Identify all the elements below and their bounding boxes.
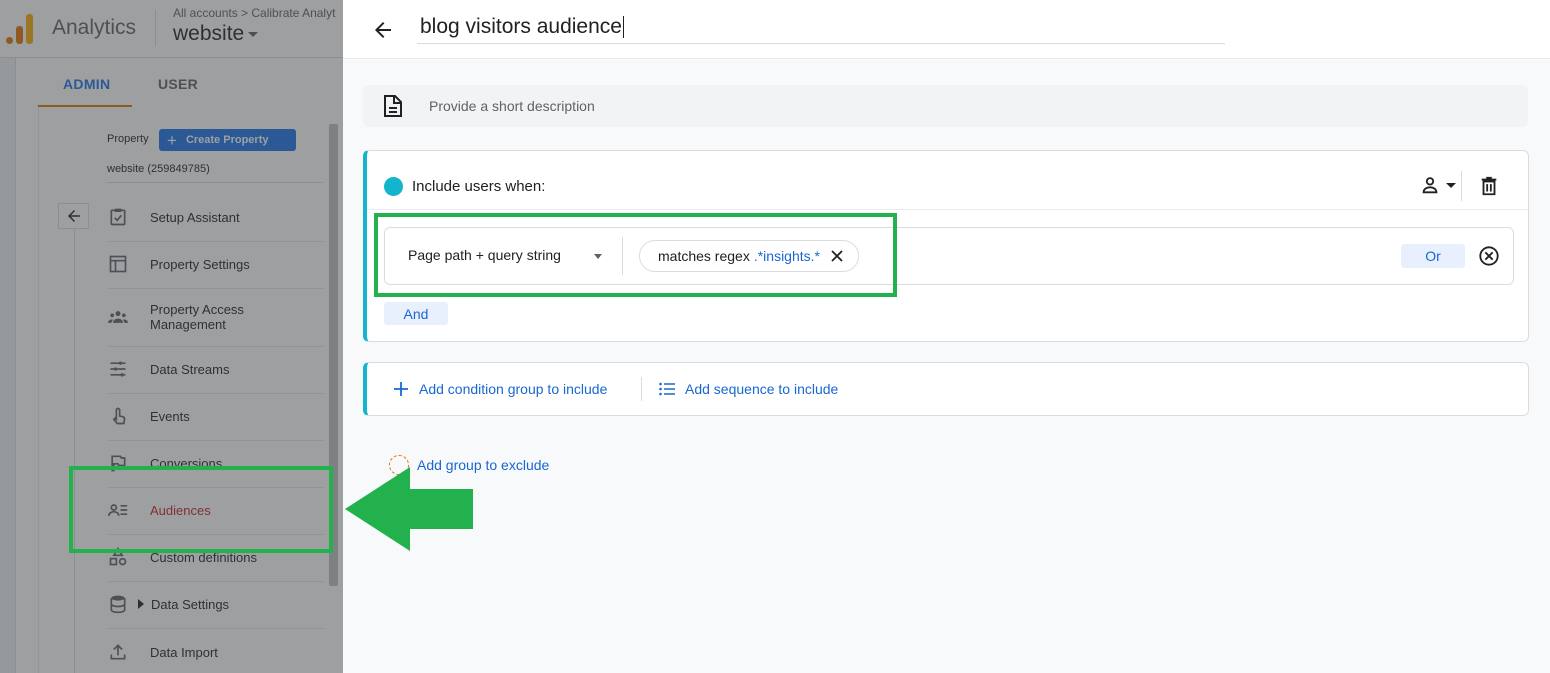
add-include-card: Add condition group to include Add seque… (363, 362, 1529, 416)
dropdown-caret-icon[interactable] (594, 254, 602, 259)
add-condition-group-label: Add condition group to include (419, 381, 608, 397)
audience-editor: blog visitors audience Provide a short d… (343, 0, 1550, 673)
condition-divider (622, 237, 623, 275)
include-condition-group: Include users when: Page path + query st… (363, 150, 1529, 342)
text-cursor (622, 16, 624, 39)
editor-top-bar: blog visitors audience (343, 0, 1550, 59)
sequence-list-icon (659, 381, 675, 397)
remove-condition-icon[interactable] (1478, 245, 1500, 267)
green-arrow-annotation (345, 467, 473, 551)
header-divider (1461, 171, 1462, 201)
background-admin-panel: Analytics All accounts > Calibrate Analy… (0, 0, 343, 673)
add-sequence-button[interactable]: Add sequence to include (659, 381, 838, 397)
condition-row: Page path + query string matches regex .… (384, 227, 1514, 285)
include-users-label: Include users when: (412, 178, 546, 195)
include-dot-icon (384, 177, 403, 196)
caret-down-icon (1446, 182, 1456, 188)
person-icon (1422, 177, 1438, 194)
add-condition-group-button[interactable]: Add condition group to include (393, 381, 607, 397)
close-icon[interactable] (830, 249, 844, 263)
add-sequence-label: Add sequence to include (685, 381, 839, 397)
plus-icon (393, 381, 409, 397)
document-icon (381, 94, 405, 118)
or-button[interactable]: Or (1401, 244, 1465, 268)
description-field[interactable]: Provide a short description (363, 85, 1528, 127)
condition-filter-chip[interactable]: matches regex .*insights.* (639, 240, 859, 272)
trash-icon[interactable] (1478, 175, 1500, 197)
modal-scrim (0, 0, 343, 673)
link-divider (641, 377, 642, 401)
audience-name-value: blog visitors audience (420, 15, 622, 38)
dimension-selector[interactable]: Page path + query string (408, 247, 561, 263)
audience-name-input[interactable]: blog visitors audience (417, 13, 1225, 44)
description-placeholder: Provide a short description (429, 98, 595, 114)
filter-value: .*insights.* (753, 248, 820, 264)
filter-operator: matches regex (658, 248, 750, 264)
and-button[interactable]: And (384, 302, 448, 325)
include-group-header: Include users when: (367, 151, 1528, 210)
arrow-back-icon[interactable] (371, 18, 395, 42)
scope-selector[interactable] (1419, 174, 1456, 196)
